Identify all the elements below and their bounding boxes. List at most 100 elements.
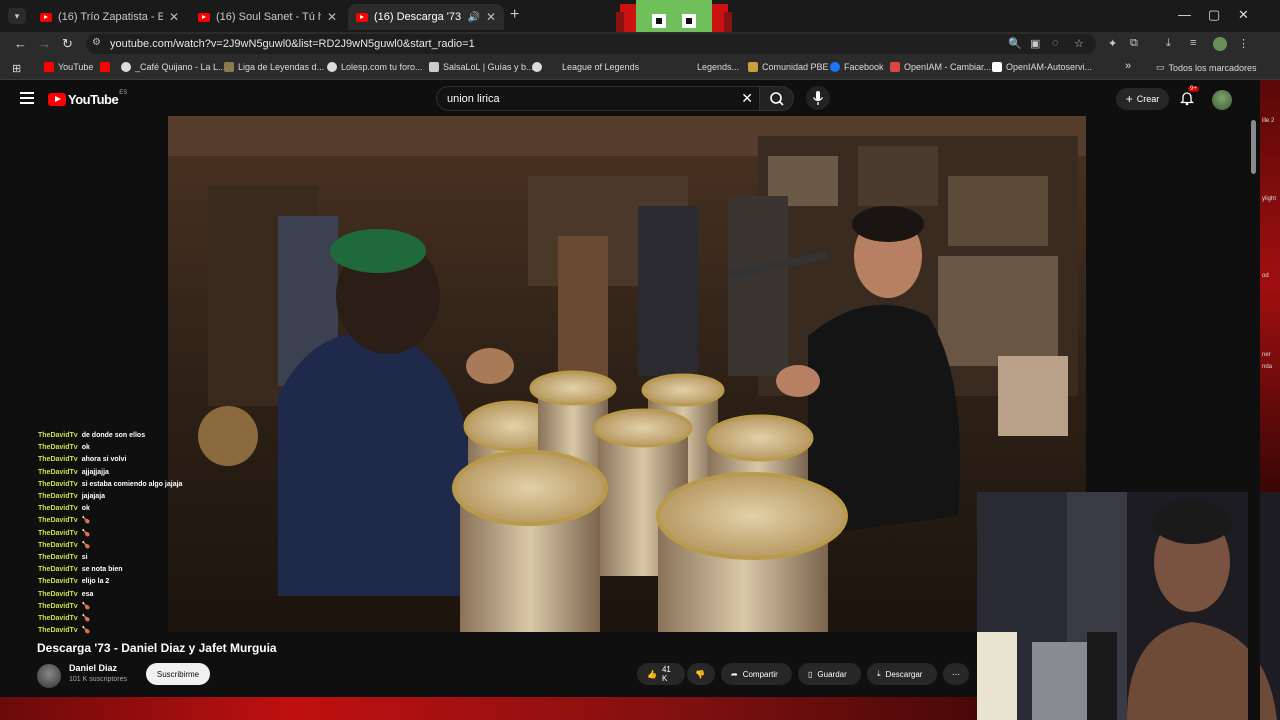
chat-text: ajjajjajja — [81, 468, 109, 476]
bookmark-youtube-2[interactable] — [100, 62, 114, 72]
search-input[interactable]: union lirica ✕ — [436, 86, 760, 111]
url-omnibox[interactable]: ⚙ youtube.com/watch?v=2J9wN5guwl0&list=R… — [86, 34, 1096, 54]
audio-icon[interactable]: 🔊 — [467, 12, 479, 23]
extensions-icon[interactable]: ⧉ — [1130, 37, 1138, 50]
download-label: Descargar — [885, 669, 923, 679]
close-tab-icon[interactable]: ✕ — [486, 10, 496, 24]
apps-grid-icon[interactable]: ⊞ — [12, 62, 21, 75]
voice-search-button[interactable] — [806, 86, 830, 110]
reload-icon[interactable]: ↻ — [62, 36, 73, 52]
menu-hamburger-icon[interactable] — [20, 92, 34, 104]
chat-username: TheDavidTv — [38, 493, 78, 501]
notification-badge: 9+ — [1188, 86, 1199, 92]
user-avatar[interactable] — [1212, 90, 1232, 110]
bookmark-label: OpenIAM-Autoservi... — [1006, 62, 1093, 72]
new-tab-icon[interactable]: + — [510, 6, 519, 24]
chat-message: TheDavidTv 🍗 — [38, 515, 218, 527]
clear-search-icon[interactable]: ✕ — [741, 90, 753, 107]
browser-tab-3-active[interactable]: (16) Descarga '73 - Daniel D 🔊 ✕ — [348, 4, 504, 30]
youtube-logo[interactable]: YouTube ES — [48, 90, 127, 107]
url-text: youtube.com/watch?v=2J9wN5guwl0&list=RD2… — [110, 38, 475, 50]
page-scrollbar-track[interactable] — [1248, 116, 1260, 720]
bookmark-openiam-autoservicio[interactable]: OpenIAM-Autoservi... — [992, 62, 1092, 72]
channel-name[interactable]: Daniel Diaz — [69, 663, 117, 673]
star-bookmark-icon[interactable]: ☆ — [1074, 37, 1084, 50]
tab-title: (16) Trío Zapatista - El refranero — [58, 11, 163, 23]
chat-message: TheDavidTv de donde son ellos — [38, 430, 218, 442]
browser-tab-1[interactable]: (16) Trío Zapatista - El refranero ✕ — [32, 4, 187, 30]
like-button[interactable]: 👍 41 K — [637, 663, 685, 685]
chat-message: TheDavidTv si estaba comiendo algo jajaja — [38, 479, 218, 491]
browser-tab-2[interactable]: (16) Soul Sanet - Tú haces que ✕ — [190, 4, 345, 30]
save-label: Guardar — [817, 669, 847, 679]
profile-avatar[interactable] — [1213, 37, 1227, 51]
share-button[interactable]: ➦ Compartir — [721, 663, 792, 685]
bookmark-liga-leyendas[interactable]: Liga de Leyendas d... — [224, 62, 324, 72]
search-query: union lirica — [447, 93, 500, 105]
download-button[interactable]: ⤓ Descargar — [867, 663, 937, 685]
background-desktop-strip — [0, 697, 977, 720]
edge-text: nda — [1262, 364, 1273, 370]
chat-message: TheDavidTv ahora si volvi — [38, 454, 218, 466]
share-icon: ➦ — [731, 669, 738, 679]
chat-text: 🍗 — [81, 627, 91, 635]
media-controls-icon[interactable]: ≡ — [1190, 37, 1196, 49]
save-button[interactable]: ▯ Guardar — [798, 663, 861, 685]
extension-pin-icon[interactable]: ✦ — [1108, 37, 1117, 50]
all-bookmarks[interactable]: ▭ Todos los marcadores — [1156, 62, 1257, 73]
bookmark-legends[interactable]: Legends... — [697, 62, 739, 72]
chat-text: 🍗 — [81, 615, 91, 623]
globe-icon — [121, 62, 131, 72]
bookmark-comunidad-pbe[interactable]: Comunidad PBE — [748, 62, 829, 72]
eye-off-icon[interactable]: ◌ — [1052, 37, 1059, 49]
chat-text: 🍗 — [81, 541, 91, 549]
page-scrollbar-thumb[interactable] — [1251, 120, 1256, 174]
address-bar-row: ← → ↻ ⚙ youtube.com/watch?v=2J9wN5guwl0&… — [0, 32, 1280, 56]
tab-search-dropdown[interactable]: ▾ — [8, 8, 26, 24]
close-tab-icon[interactable]: ✕ — [169, 10, 179, 24]
cast-icon[interactable]: ▣ — [1030, 37, 1040, 50]
more-bookmarks-icon[interactable]: » — [1125, 60, 1131, 72]
menu-kebab-icon[interactable]: ⋮ — [1238, 37, 1249, 50]
more-actions-button[interactable]: ⋯ — [943, 663, 969, 685]
create-button[interactable]: + Crear — [1116, 88, 1169, 110]
notifications-button[interactable]: 9+ — [1179, 86, 1199, 111]
bookmark-openiam-cambiar[interactable]: OpenIAM - Cambiar... — [890, 62, 991, 72]
back-icon[interactable]: ← — [14, 36, 27, 51]
bookmark-lolesp[interactable]: Lolesp.com tu foro... — [327, 62, 423, 72]
chat-username: TheDavidTv — [38, 517, 78, 525]
chat-username: TheDavidTv — [38, 602, 78, 610]
chat-username: TheDavidTv — [38, 456, 78, 464]
close-window-icon[interactable]: ✕ — [1238, 7, 1249, 23]
bookmark-salsalol[interactable]: SalsaLoL | Guías y b... — [429, 62, 534, 72]
bookmark-label: Liga de Leyendas d... — [238, 62, 325, 72]
search-button[interactable] — [760, 86, 794, 111]
chat-message: TheDavidTv si — [38, 552, 218, 564]
bookmarks-bar: ⊞ YouTube _Café Quijano - La L... Liga d… — [0, 56, 1280, 80]
chat-username: TheDavidTv — [38, 468, 78, 476]
webcam-overlay — [977, 492, 1280, 720]
subscribe-button[interactable]: Suscribirme — [146, 663, 210, 685]
bookmark-facebook[interactable]: Facebook — [830, 62, 884, 72]
channel-avatar[interactable] — [37, 664, 61, 688]
close-tab-icon[interactable]: ✕ — [327, 10, 337, 24]
dislike-button[interactable]: 👎 — [687, 663, 715, 685]
zoom-icon[interactable]: 🔍 — [1008, 37, 1022, 50]
edge-text: ner — [1262, 352, 1271, 358]
download-icon[interactable]: ⤓ — [1166, 37, 1171, 50]
minimize-icon[interactable]: — — [1178, 7, 1191, 22]
chat-username: TheDavidTv — [38, 590, 78, 598]
site-info-icon[interactable]: ⚙ — [92, 37, 101, 48]
site-icon — [992, 62, 1002, 72]
maximize-icon[interactable]: ▢ — [1208, 7, 1220, 23]
bookmark-cafe-quijano[interactable]: _Café Quijano - La L... — [121, 62, 226, 72]
chat-username: TheDavidTv — [38, 566, 78, 574]
bookmark-league-of-legends[interactable]: League of Legends — [532, 62, 639, 72]
chat-username: TheDavidTv — [38, 554, 78, 562]
video-player[interactable] — [168, 116, 1086, 632]
chat-message: TheDavidTv jajajaja — [38, 491, 218, 503]
chat-username: TheDavidTv — [38, 444, 78, 452]
forward-icon[interactable]: → — [38, 36, 51, 51]
bookmark-youtube[interactable]: YouTube — [44, 62, 93, 72]
share-label: Compartir — [742, 669, 778, 679]
